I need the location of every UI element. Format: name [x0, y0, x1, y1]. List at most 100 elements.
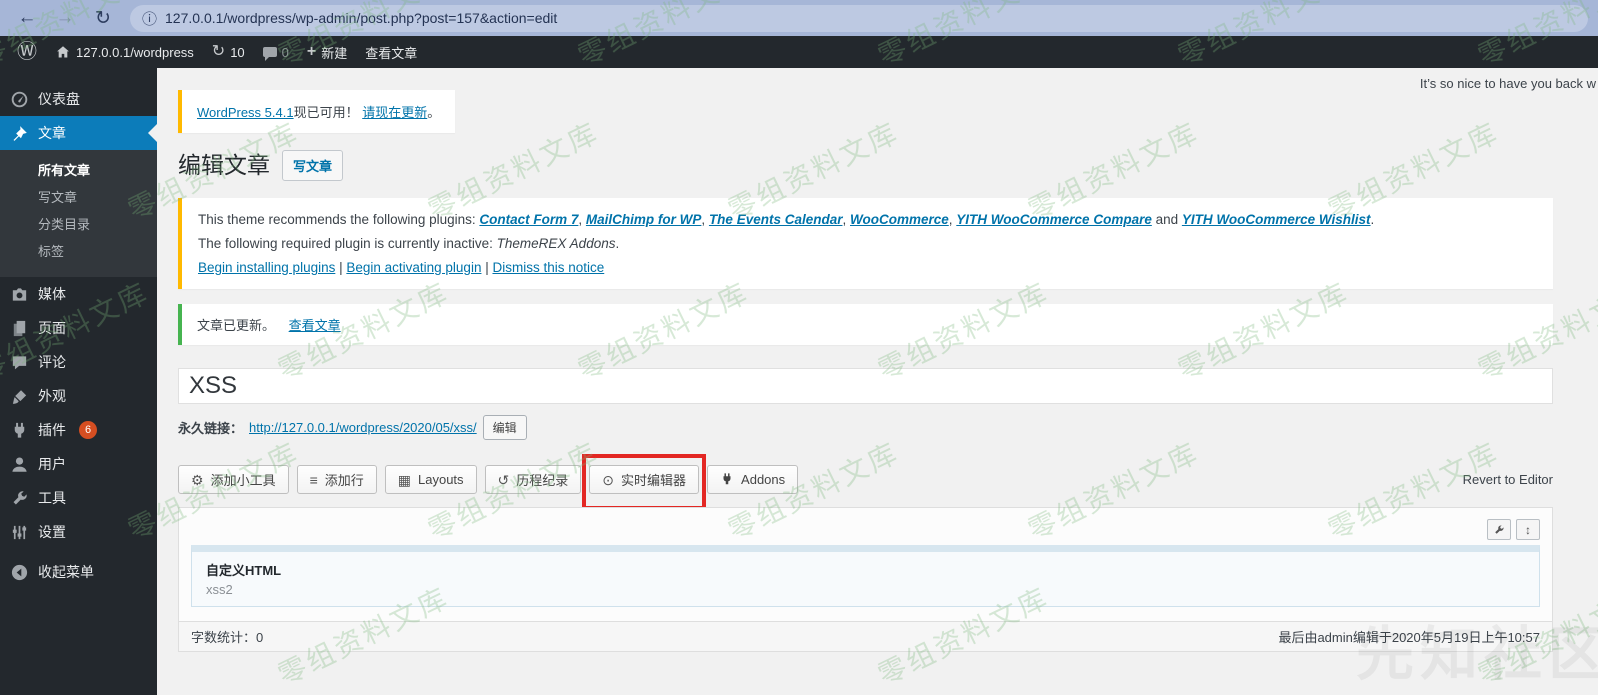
widget-content: xss2 — [206, 582, 233, 597]
submenu-tags[interactable]: 标签 — [0, 238, 157, 265]
comments-menu[interactable]: 0 — [254, 36, 298, 68]
plugin-link[interactable]: Contact Form 7 — [479, 212, 578, 227]
add-widget-button[interactable]: ⚙ 添加小工具 — [178, 465, 289, 494]
new-content-menu[interactable]: + 新建 — [298, 36, 356, 68]
widget-title: 自定义HTML — [206, 563, 282, 578]
sidebar-item-label: 用户 — [38, 456, 66, 472]
sidebar-item-label: 外观 — [38, 388, 66, 404]
comments-icon — [262, 47, 277, 61]
submenu-all-posts[interactable]: 所有文章 — [0, 157, 157, 184]
word-count-label: 字数统计： — [191, 630, 257, 645]
gauge-icon — [10, 90, 29, 109]
wordpress-version-link[interactable]: WordPress 5.4.1 — [197, 105, 294, 120]
sidebar-item-pages[interactable]: 页面 — [0, 311, 157, 345]
sliders-icon — [10, 523, 29, 542]
updated-text: 文章已更新。 — [197, 318, 276, 333]
edit-permalink-button[interactable]: 编辑 — [482, 415, 527, 440]
back-icon[interactable]: ← — [10, 7, 44, 29]
forward-icon[interactable]: → — [48, 7, 82, 29]
sidebar-item-label: 文章 — [38, 125, 66, 141]
sidebar-item-label: 工具 — [38, 490, 66, 506]
button-label: 实时编辑器 — [621, 473, 687, 488]
plugin-link[interactable]: YITH WooCommerce Wishlist — [1182, 212, 1371, 227]
sidebar-item-media[interactable]: 媒体 — [0, 277, 157, 311]
live-editor-button[interactable]: ⊙ 实时编辑器 — [589, 465, 700, 494]
comments-count: 0 — [281, 44, 289, 60]
sidebar-item-label: 媒体 — [38, 286, 66, 302]
custom-html-widget[interactable]: 自定义HTML xss2 — [191, 545, 1540, 607]
update-now-link[interactable]: 请现在更新 — [362, 105, 427, 120]
wrench-settings-button[interactable] — [1487, 519, 1511, 540]
plugin-link[interactable]: YITH WooCommerce Compare — [956, 212, 1152, 227]
add-new-post-button[interactable]: 写文章 — [282, 150, 344, 181]
sidebar-item-label: 评论 — [38, 354, 66, 370]
url-text: 127.0.0.1/wordpress/wp-admin/post.php?po… — [165, 10, 558, 26]
layout-grid-icon: ▦ — [397, 471, 411, 488]
permalink-url[interactable]: http://127.0.0.1/wordpress/2020/05/xss/ — [249, 420, 477, 435]
wp-admin-bar: Ⓦ 127.0.0.1/wordpress ↻ 10 0 + 新建 查看文章 — [0, 36, 1598, 68]
core-update-notice: WordPress 5.4.1现已可用！ 请现在更新。 — [178, 90, 456, 133]
plugin-link[interactable]: The Events Calendar — [709, 212, 843, 227]
brush-icon — [10, 387, 29, 406]
update-notice-text: 现已可用！ — [293, 105, 363, 120]
history-icon: ↺ — [497, 471, 510, 488]
comment-icon — [10, 353, 29, 372]
sidebar-item-collapse-menu[interactable]: 收起菜单 — [0, 555, 157, 589]
active-menu-arrow — [139, 124, 157, 142]
history-button[interactable]: ↺ 历程纪录 — [484, 465, 582, 494]
updates-menu[interactable]: ↻ 10 — [203, 36, 254, 68]
post-updated-notice: 文章已更新。 查看文章 — [178, 304, 1553, 345]
view-post-menu[interactable]: 查看文章 — [356, 36, 426, 68]
browser-toolbar: ← → ↻ ⓘ 127.0.0.1/wordpress/wp-admin/pos… — [0, 0, 1598, 36]
post-title-input[interactable] — [178, 368, 1553, 404]
sidebar-item-posts[interactable]: 文章 — [0, 116, 157, 150]
wp-logo-menu[interactable]: Ⓦ — [8, 36, 46, 68]
recommended-plugins-line: This theme recommends the following plug… — [198, 212, 1375, 227]
sidebar-item-appearance[interactable]: 外观 — [0, 379, 157, 413]
add-row-button[interactable]: ≡ 添加行 — [296, 465, 377, 494]
recommend-intro: This theme recommends the following plug… — [198, 212, 480, 227]
dismiss-notice-link[interactable]: Dismiss this notice — [492, 260, 604, 275]
admin-content: It’s so nice to have you back w WordPres… — [157, 68, 1598, 695]
sidebar-item-label: 设置 — [38, 524, 66, 540]
new-content-label: 新建 — [321, 45, 348, 61]
sidebar-item-plugins[interactable]: 插件 6 — [0, 413, 157, 447]
sidebar-item-comments[interactable]: 评论 — [0, 345, 157, 379]
revert-to-editor-link[interactable]: Revert to Editor — [1463, 472, 1553, 487]
posts-submenu: 所有文章 写文章 分类目录 标签 — [0, 150, 157, 277]
address-bar[interactable]: ⓘ 127.0.0.1/wordpress/wp-admin/post.php?… — [130, 4, 1588, 32]
addons-button[interactable]: Addons — [707, 465, 799, 494]
page-header: 编辑文章 写文章 — [178, 150, 1553, 181]
inactive-intro: The following required plugin is current… — [198, 236, 497, 251]
site-info-icon[interactable]: ⓘ — [142, 8, 157, 29]
begin-activating-link[interactable]: Begin activating plugin — [346, 260, 481, 275]
begin-installing-link[interactable]: Begin installing plugins — [198, 260, 335, 275]
collapse-arrow-icon — [10, 563, 29, 582]
sidebar-item-dashboard[interactable]: 仪表盘 — [0, 82, 157, 116]
update-notice-period: 。 — [427, 105, 441, 120]
sidebar-item-label: 收起菜单 — [38, 564, 94, 580]
submenu-categories[interactable]: 分类目录 — [0, 211, 157, 238]
view-post-label: 查看文章 — [365, 45, 418, 61]
button-label: 添加小工具 — [210, 473, 276, 488]
plus-icon: + — [306, 43, 317, 60]
view-post-link[interactable]: 查看文章 — [289, 318, 341, 333]
plugin-link[interactable]: MailChimp for WP — [586, 212, 702, 227]
sidebar-item-settings[interactable]: 设置 — [0, 515, 157, 549]
submenu-new-post[interactable]: 写文章 — [0, 184, 157, 211]
plugin-link[interactable]: WooCommerce — [850, 212, 949, 227]
composer-toolbar: ⚙ 添加小工具 ≡ 添加行 ▦ Layouts ↺ 历程纪录 ⊙ 实时编辑器 A… — [178, 454, 1553, 510]
live-editor-icon: ⊙ — [602, 471, 615, 488]
updates-icon: ↻ — [211, 43, 226, 60]
sidebar-item-users[interactable]: 用户 — [0, 447, 157, 481]
plug-icon — [10, 421, 29, 440]
sidebar-item-tools[interactable]: 工具 — [0, 481, 157, 515]
sidebar-item-label: 页面 — [38, 320, 66, 336]
theme-plugins-notice: This theme recommends the following plug… — [178, 198, 1553, 289]
resize-button[interactable]: ↕ — [1516, 519, 1540, 540]
site-menu[interactable]: 127.0.0.1/wordpress — [46, 36, 203, 68]
layouts-button[interactable]: ▦ Layouts — [384, 465, 477, 494]
button-label: 历程纪录 — [516, 473, 569, 488]
media-icon — [10, 285, 29, 304]
refresh-icon[interactable]: ↻ — [86, 7, 120, 30]
